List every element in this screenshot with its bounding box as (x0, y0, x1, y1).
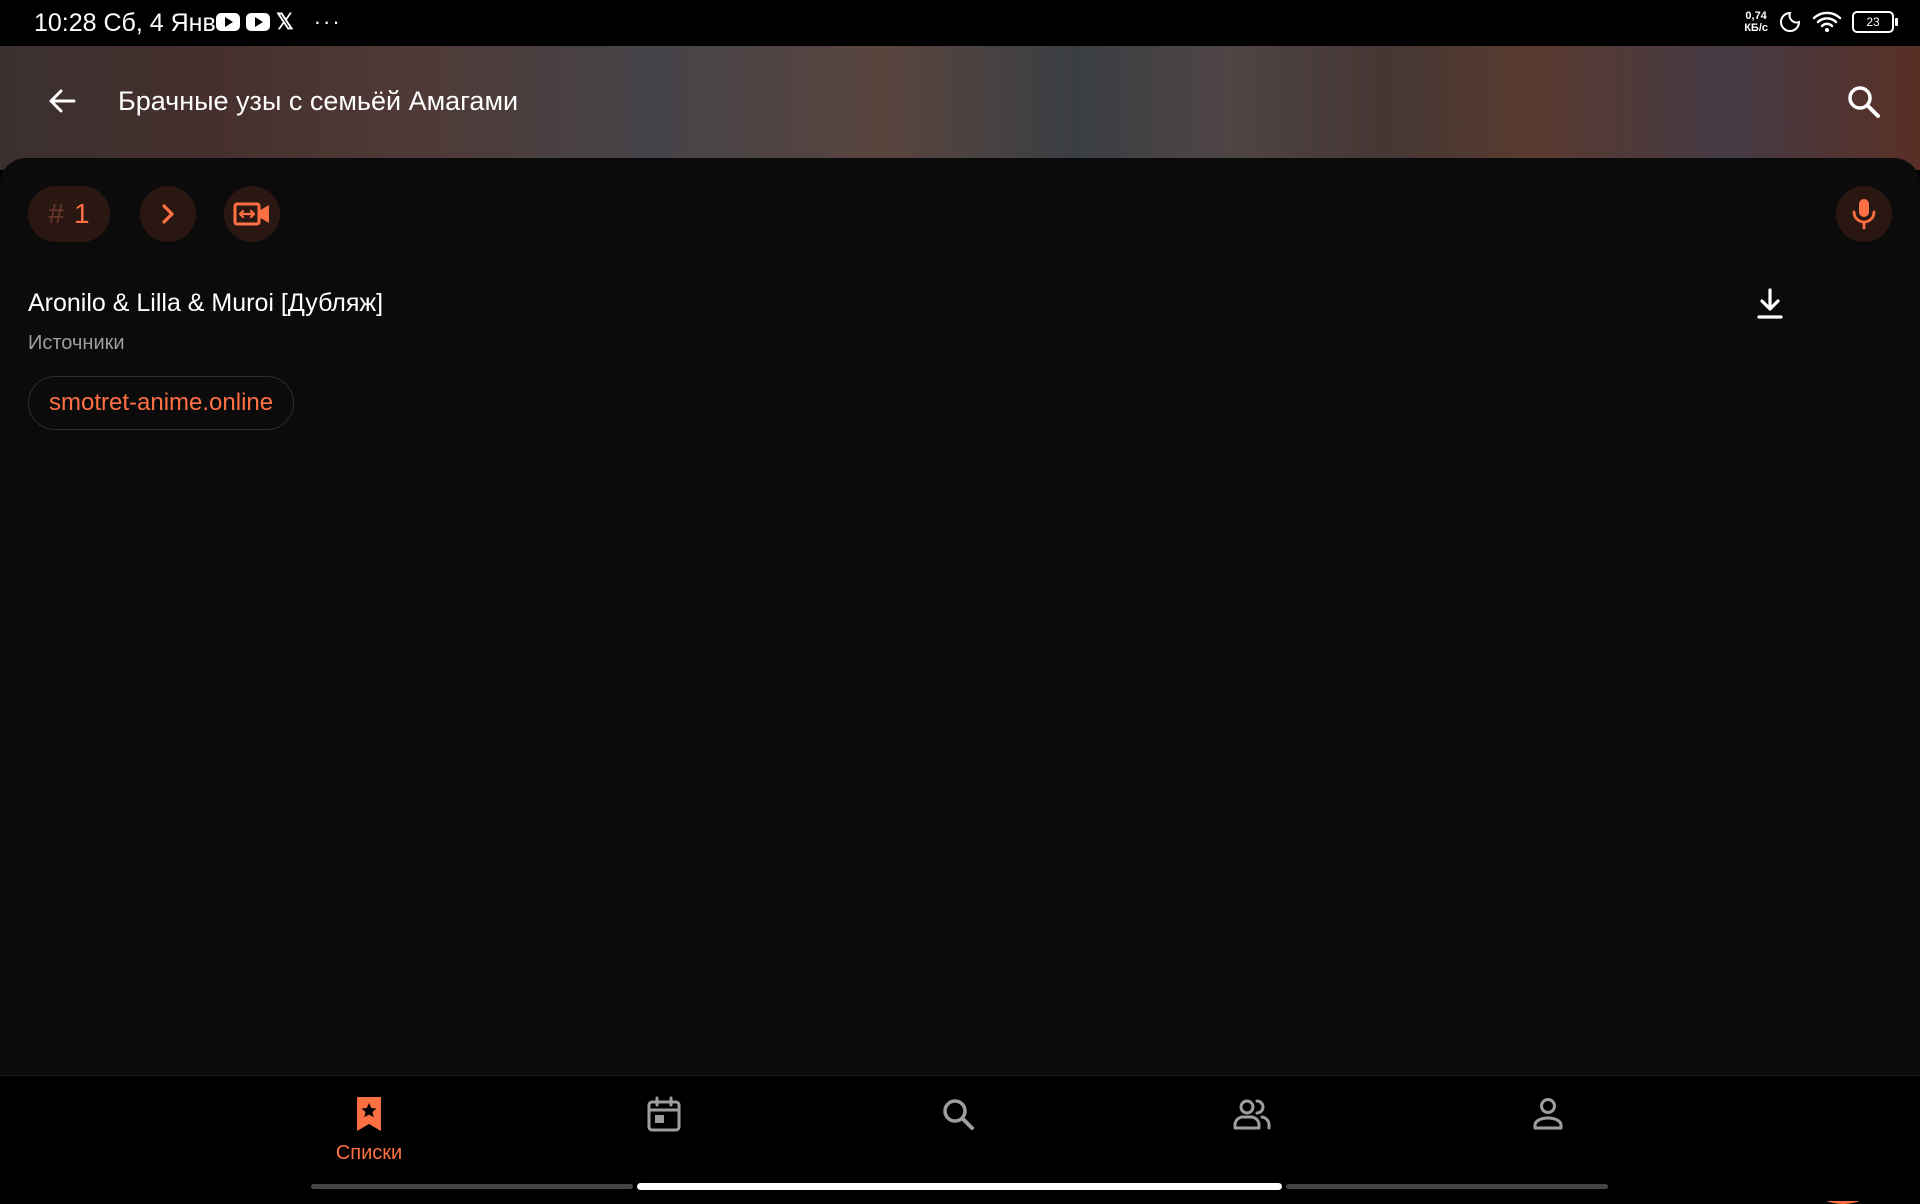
search-icon[interactable] (1844, 82, 1884, 122)
nav-item-lists[interactable]: Списки (309, 1094, 429, 1165)
gesture-bar-right (1286, 1184, 1608, 1189)
battery-indicator: 23 (1852, 11, 1898, 33)
hash-symbol: # (48, 198, 64, 229)
mic-icon (1852, 199, 1876, 230)
moon-icon (1780, 11, 1801, 32)
episode-number-chip[interactable]: # 1 (28, 186, 110, 242)
net-speed: 0,74 КБ/с (1744, 10, 1768, 34)
episode-number: 1 (74, 198, 90, 229)
notification-icons: 𝕏 ··· (216, 9, 342, 34)
youtube-icon (216, 13, 240, 31)
people-icon (1233, 1099, 1271, 1130)
arrow-back-icon[interactable] (40, 78, 86, 124)
calendar-icon (647, 1096, 681, 1132)
nav-item-search[interactable] (898, 1094, 1018, 1134)
episode-panel: # 1 Aronilo & Lilla & Muroi [Дубляж] Ист… (0, 158, 1920, 1204)
youtube-icon (246, 13, 270, 31)
nav-item-friends[interactable] (1192, 1094, 1312, 1134)
search-icon (943, 1099, 974, 1130)
home-gesture-handle[interactable] (637, 1183, 1282, 1190)
chevron-right-icon (162, 204, 174, 224)
status-bar: 10:28 Сб, 4 Янв 𝕏 ··· 0,74 КБ/с 23 (0, 0, 1920, 46)
video-swap-icon (233, 202, 269, 226)
download-icon[interactable] (1752, 286, 1788, 322)
voice-input-button[interactable] (1836, 186, 1892, 242)
nav-label-lists: Списки (335, 1142, 403, 1164)
wifi-icon (1812, 11, 1842, 32)
nav-item-profile[interactable] (1488, 1094, 1608, 1134)
x-app-icon: 𝕏 (276, 9, 294, 34)
source-chip[interactable]: smotret-anime.online (28, 376, 295, 430)
translation-title: Aronilo & Lilla & Muroi [Дубляж] (28, 289, 384, 317)
next-episode-button[interactable] (140, 186, 196, 242)
page-title: Брачные узы с семьёй Амагами (118, 86, 519, 116)
bottom-navigation: Списки (0, 1075, 1920, 1201)
more-notifications-icon: ··· (313, 9, 342, 34)
person-icon (1533, 1098, 1563, 1130)
gesture-bar-left (311, 1184, 633, 1189)
sources-label: Источники (28, 332, 125, 354)
bookmark-star-icon (357, 1097, 381, 1131)
nav-item-calendar[interactable] (604, 1094, 724, 1134)
status-time-date: 10:28 Сб, 4 Янв (34, 9, 216, 37)
video-swap-button[interactable] (224, 186, 280, 242)
system-icons: 0,74 КБ/с 23 (1744, 10, 1898, 34)
